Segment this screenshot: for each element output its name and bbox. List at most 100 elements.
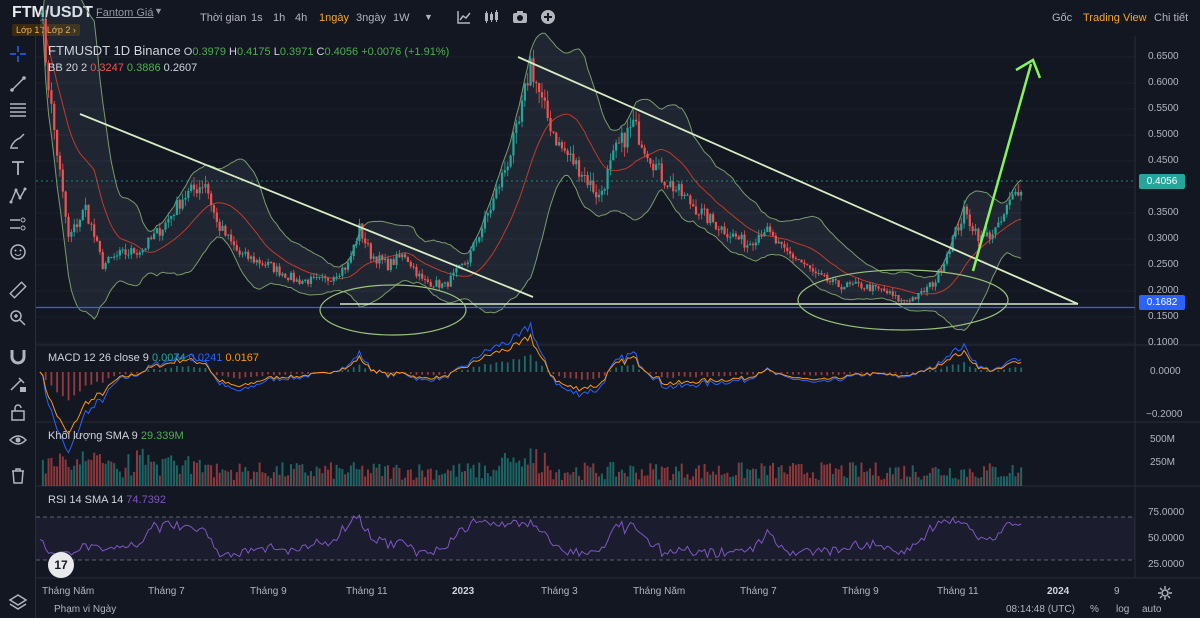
candle-body	[403, 254, 407, 258]
volume-bar	[466, 463, 469, 486]
volume-bar	[737, 462, 740, 486]
volume-bar	[811, 472, 814, 486]
percent-toggle[interactable]: %	[1090, 604, 1099, 615]
candle-body	[543, 97, 546, 101]
candle-body	[301, 280, 304, 284]
volume-bar	[267, 476, 270, 486]
macd-histogram-bar	[193, 367, 195, 372]
candle-body	[538, 83, 541, 93]
volume-bar	[549, 470, 552, 486]
macd-legend[interactable]: MACD 12 26 close 9 0.0074 0.0241 0.0167	[48, 352, 259, 364]
volume-legend[interactable]: Khối lượng SMA 9 29.339M	[48, 430, 184, 442]
candle-body	[557, 142, 561, 146]
candle-body	[560, 142, 564, 149]
candle-body	[1008, 199, 1011, 205]
volume-bar	[412, 479, 415, 486]
volume-bar	[598, 476, 601, 486]
candle-body	[53, 103, 56, 130]
macd-histogram-bar	[392, 372, 395, 374]
candle-body	[324, 276, 327, 279]
candle-body	[957, 227, 960, 231]
macd-histogram-bar	[603, 372, 606, 376]
volume-bar	[794, 464, 797, 486]
candle-body	[526, 83, 529, 86]
volume-bar	[714, 474, 717, 486]
volume-bar	[475, 477, 478, 486]
volume-bar	[389, 478, 392, 486]
ohlc-open-value: 0.3979	[192, 46, 226, 58]
candle-body	[626, 127, 629, 148]
macd-histogram-bar	[432, 372, 435, 376]
volume-bar	[113, 463, 116, 486]
candle-body	[232, 241, 236, 246]
volume-bar	[595, 472, 598, 486]
candle-body	[1002, 214, 1006, 222]
candle-body	[272, 262, 275, 273]
candle-body	[826, 274, 829, 282]
volume-bar	[663, 468, 666, 486]
candle-body	[669, 181, 672, 187]
candle-body	[694, 206, 698, 215]
volume-bar	[261, 472, 264, 486]
candle-body	[326, 278, 330, 281]
tradingview-logo[interactable]: 17	[48, 552, 74, 578]
volume-bar	[395, 464, 398, 486]
macd-histogram-bar	[409, 372, 412, 374]
bb-legend[interactable]: BB 20 2 0.3247 0.3886 0.2607	[48, 62, 197, 74]
volume-bar	[515, 462, 518, 486]
macd-histogram-bar	[626, 365, 629, 372]
rsi-legend[interactable]: RSI 14 SMA 14 74.7392	[48, 494, 166, 506]
clock-label[interactable]: 08:14:48 (UTC)	[1006, 604, 1075, 615]
time-axis-label: 2024	[1047, 586, 1070, 597]
candle-body	[252, 256, 256, 263]
candle-body	[278, 266, 281, 276]
volume-bar	[1011, 465, 1014, 486]
volume-bar	[575, 467, 578, 486]
candle-body	[175, 199, 179, 215]
volume-bar	[418, 464, 421, 486]
volume-bar	[386, 465, 389, 486]
macd-histogram-bar	[541, 365, 543, 372]
candle-body	[726, 234, 729, 238]
volume-bar	[181, 465, 184, 486]
candle-body	[61, 169, 64, 192]
candle-body	[287, 277, 290, 280]
volume-bar	[173, 460, 176, 486]
volume-bar	[791, 462, 794, 486]
volume-bar	[940, 475, 943, 486]
volume-bar	[831, 474, 834, 486]
candle-body	[831, 279, 835, 283]
volume-bar	[509, 461, 512, 486]
chart-canvas[interactable]	[0, 0, 1200, 618]
macd-histogram-bar	[307, 372, 310, 374]
candle-body	[828, 281, 832, 283]
candle-body	[492, 198, 495, 211]
candle-body	[87, 204, 90, 224]
macd-histogram-bar	[786, 372, 789, 374]
candle-body	[75, 224, 79, 227]
date-range-button[interactable]: Phạm vi Ngày	[54, 604, 116, 615]
rsi-value: 74.7392	[126, 494, 167, 506]
candle-body	[760, 234, 763, 237]
volume-bar	[64, 459, 67, 486]
volume-bar	[318, 468, 321, 486]
volume-bar	[90, 459, 93, 486]
volume-bar	[566, 472, 569, 486]
log-toggle[interactable]: log	[1116, 604, 1129, 615]
candle-body	[307, 279, 310, 284]
volume-bar	[361, 465, 364, 486]
legend-title[interactable]: FTMUSDT 1D Binance	[48, 43, 181, 58]
auto-toggle[interactable]: auto	[1142, 604, 1161, 615]
volume-bar	[546, 465, 549, 486]
macd-histogram-bar	[712, 372, 715, 376]
candle-body	[298, 279, 301, 284]
volume-bar	[743, 477, 746, 486]
candle-body	[409, 261, 412, 267]
candle-body	[771, 231, 775, 236]
volume-bar	[746, 468, 749, 486]
volume-bar	[358, 469, 361, 486]
volume-axis-0: 500M	[1150, 434, 1176, 445]
settings-gear-icon[interactable]	[1157, 585, 1173, 601]
candle-body	[113, 256, 116, 258]
candle-body	[555, 132, 558, 146]
